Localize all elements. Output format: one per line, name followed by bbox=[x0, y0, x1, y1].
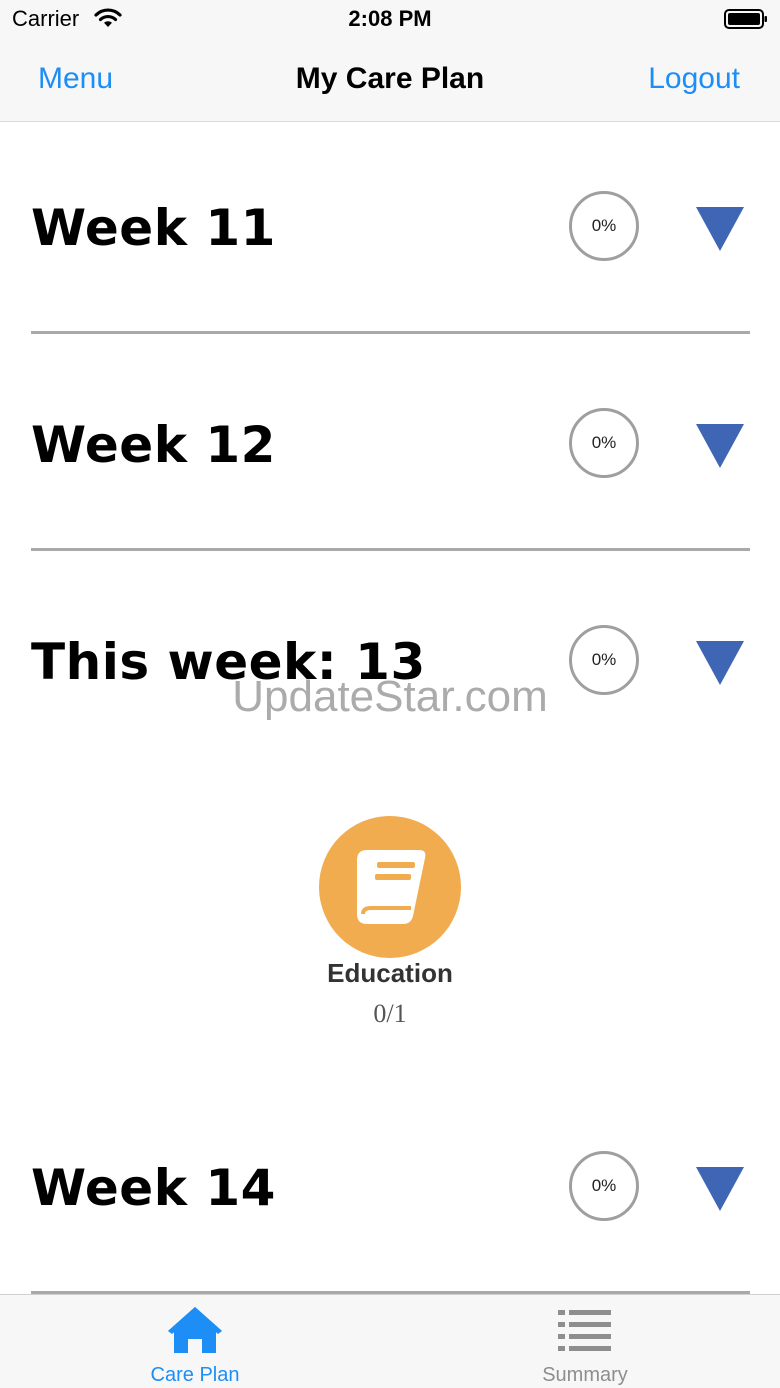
week-row[interactable]: Week 14 0% bbox=[0, 1081, 780, 1294]
home-icon bbox=[168, 1307, 222, 1353]
book-icon bbox=[357, 850, 426, 924]
week-row[interactable]: Week 11 0% bbox=[0, 121, 780, 336]
week-title: Week 14 bbox=[31, 1159, 276, 1217]
menu-button[interactable]: Menu bbox=[38, 62, 113, 96]
chevron-down-icon[interactable] bbox=[696, 424, 744, 468]
progress-value: 0% bbox=[591, 433, 617, 452]
activity-count: 0/1 bbox=[373, 999, 407, 1028]
progress-ring: 0% bbox=[569, 625, 639, 695]
week-row-current[interactable]: This week: 13 0% bbox=[0, 555, 780, 695]
chevron-down-icon[interactable] bbox=[696, 1167, 744, 1211]
week-title: This week: 13 bbox=[31, 633, 426, 691]
battery-icon bbox=[724, 9, 767, 29]
activity-label: Education bbox=[327, 958, 453, 988]
week-title: Week 12 bbox=[31, 416, 276, 474]
divider bbox=[31, 548, 750, 551]
progress-value: 0% bbox=[591, 650, 617, 669]
divider bbox=[31, 331, 750, 334]
progress-value: 0% bbox=[591, 1176, 617, 1195]
list-icon bbox=[558, 1310, 611, 1351]
tab-summary[interactable]: Summary bbox=[390, 1295, 780, 1388]
tab-label: Summary bbox=[542, 1364, 628, 1386]
progress-value: 0% bbox=[591, 216, 617, 235]
progress-ring: 0% bbox=[569, 1151, 639, 1221]
navigation-bar: Menu My Care Plan Logout bbox=[0, 40, 780, 122]
chevron-down-icon[interactable] bbox=[696, 207, 744, 251]
week-title: Week 11 bbox=[31, 199, 276, 257]
status-bar: Carrier 2:08 PM bbox=[0, 0, 780, 40]
chevron-down-icon[interactable] bbox=[696, 641, 744, 685]
tab-label: Care Plan bbox=[150, 1364, 240, 1386]
tab-care-plan[interactable]: Care Plan bbox=[0, 1295, 390, 1388]
tab-bar: Care Plan Summary bbox=[0, 1294, 780, 1388]
week-row[interactable]: Week 12 0% bbox=[0, 338, 780, 553]
logout-button[interactable]: Logout bbox=[648, 62, 740, 96]
progress-ring: 0% bbox=[569, 408, 639, 478]
activity-circle bbox=[319, 816, 461, 958]
progress-ring: 0% bbox=[569, 191, 639, 261]
clock: 2:08 PM bbox=[348, 6, 432, 31]
education-activity[interactable]: Education 0/1 bbox=[300, 816, 480, 1029]
